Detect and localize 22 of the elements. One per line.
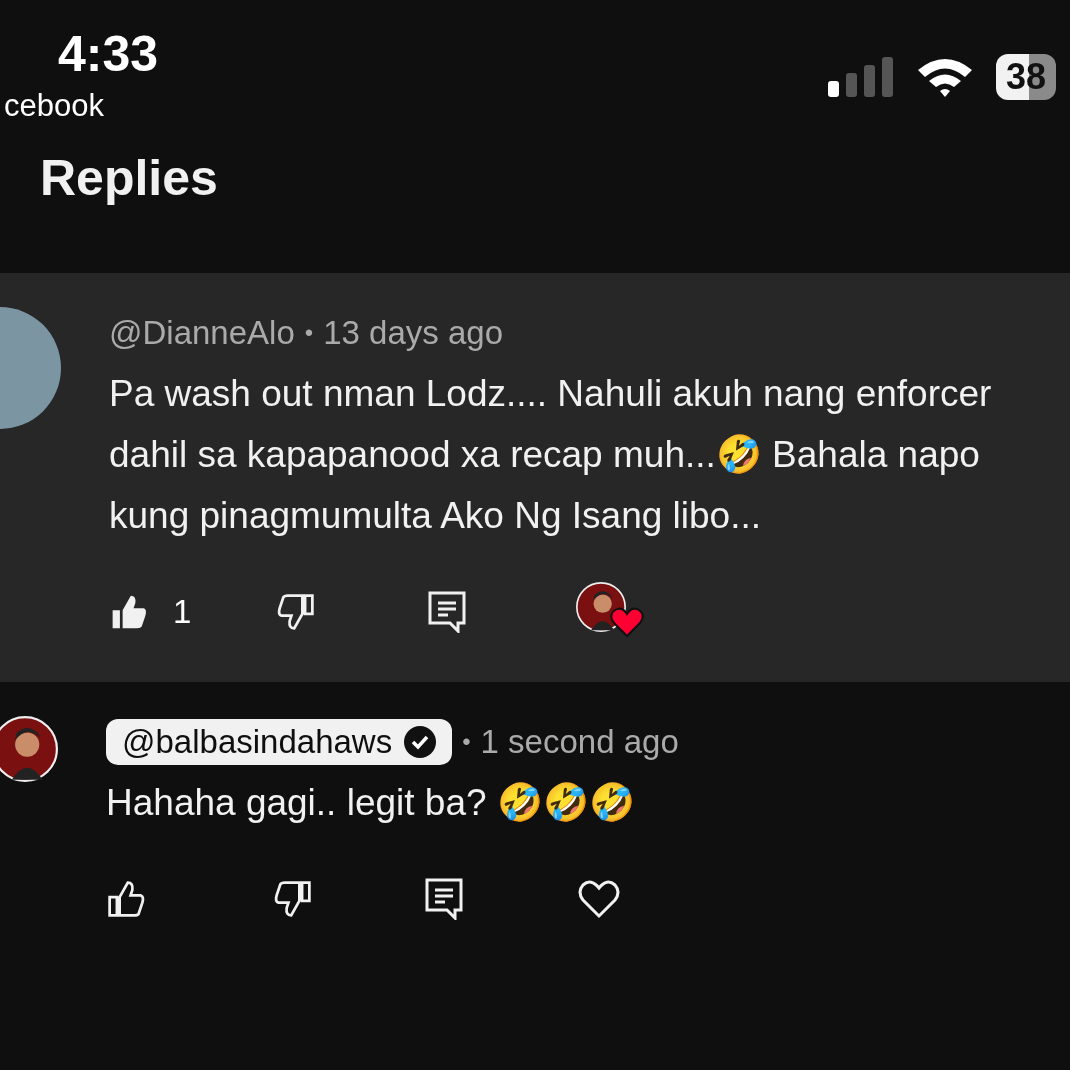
dislike-icon[interactable] [273,879,313,919]
comment-time: 1 second ago [480,723,679,761]
author-name[interactable]: @balbasindahaws [106,719,453,765]
battery-level: 38 [995,54,1056,100]
verified-icon [404,726,437,758]
comment-text: Pa wash out nman Lodz.... Nahuli akuh nang enforcer dahil sa kapapanood xa recap muh...🤣 Bahala napo kung pinagmumulta Ako Ng Isang libo... [109,372,993,538]
page-title: Replies [40,149,218,208]
comment-text: Hahaha gagi.. legit ba? 🤣🤣🤣 [106,781,636,825]
comment-time: 13 days ago [323,314,503,352]
avatar [0,716,58,782]
reply-icon[interactable] [425,878,463,920]
heart-icon[interactable] [577,879,621,919]
author-name[interactable]: @DianneAlo [109,314,295,352]
reply-icon[interactable] [428,591,466,633]
separator-dot: • [462,728,471,756]
like-icon[interactable] [106,879,146,919]
dislike-icon[interactable] [276,592,316,632]
signal-icon [827,57,894,97]
separator-dot: • [304,319,314,347]
like-count: 1 [173,593,192,631]
back-app-link[interactable]: cebook [4,88,104,124]
status-time: 4:33 [58,28,159,80]
